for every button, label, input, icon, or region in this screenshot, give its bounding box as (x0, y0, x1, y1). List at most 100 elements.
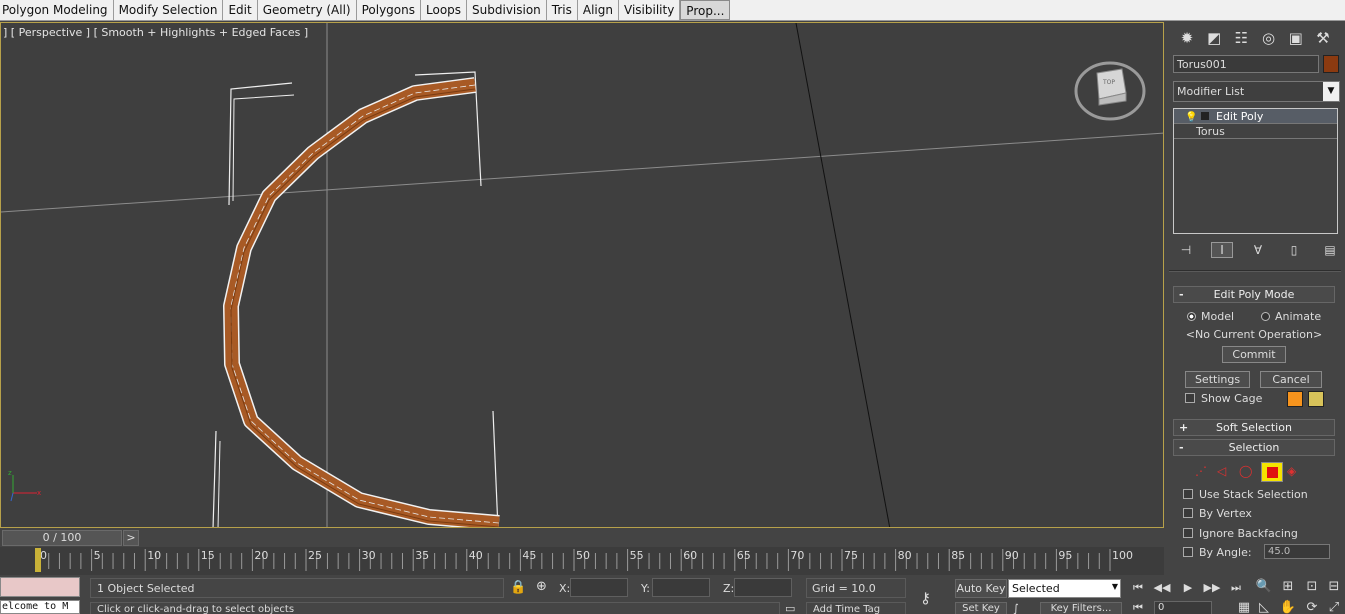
zoom-extents-icon[interactable]: ⊡ (1302, 578, 1322, 596)
remove-modifier-icon[interactable]: ▯ (1283, 243, 1305, 257)
use-stack-selection-checkbox[interactable]: Use Stack Selection (1183, 488, 1308, 501)
pin-stack-icon[interactable]: ⊣ (1175, 243, 1197, 257)
key-mode-dropdown[interactable]: Selected ▼ (1008, 579, 1121, 598)
vertex-icon[interactable]: ⋰ (1195, 464, 1207, 478)
sun-icon[interactable]: ✹ (1175, 26, 1199, 50)
motion-icon[interactable]: ◎ (1257, 26, 1281, 50)
ribbon-tab-modify-selection[interactable]: Modify Selection (114, 0, 224, 20)
maximize-viewport-icon[interactable]: ⤢ (1324, 599, 1344, 614)
ignore-backfacing-checkbox[interactable]: Ignore Backfacing (1183, 527, 1298, 540)
cancel-button[interactable]: Cancel (1260, 371, 1322, 388)
track-bar[interactable]: 0 5 10 15 20 25 30 35 40 45 50 55 60 65 70 75 80 85 90 95 10… (0, 547, 1164, 575)
lock-icon[interactable]: 🔒 (510, 580, 526, 595)
x-coordinate-field[interactable] (570, 578, 628, 597)
settings-button[interactable]: Settings (1185, 371, 1250, 388)
rollout-edit-poly-mode[interactable]: - Edit Poly Mode (1173, 286, 1335, 303)
modifier-list-dropdown[interactable]: Modifier List ▼ (1173, 81, 1340, 102)
stack-item-torus[interactable]: Torus (1174, 124, 1337, 139)
by-vertex-checkbox[interactable]: By Vertex (1183, 507, 1252, 520)
z-coordinate-field[interactable] (734, 578, 792, 597)
ribbon-tab-polygons[interactable]: Polygons (357, 0, 421, 20)
add-time-tag-button[interactable]: Add Time Tag (806, 602, 906, 614)
by-angle-checkbox[interactable]: By Angle: (1183, 546, 1252, 559)
commit-button[interactable]: Commit (1222, 346, 1286, 363)
key-icon[interactable]: ⚷ (920, 589, 931, 607)
show-cage-checkbox[interactable]: Show Cage (1185, 392, 1262, 405)
track-tick-label: 40 (469, 549, 483, 562)
cage-selected-color-swatch[interactable] (1308, 391, 1324, 407)
svg-text:z: z (8, 469, 12, 477)
track-ruler[interactable]: 0 5 10 15 20 25 30 35 40 45 50 55 60 65 70 75 80 85 90 95 10… (0, 547, 1164, 575)
play-icon[interactable]: ▶ (1176, 579, 1200, 597)
lightbulb-icon[interactable]: 💡 (1185, 110, 1197, 125)
next-frame-icon[interactable]: ▶▶ (1200, 579, 1224, 597)
hammer-icon[interactable]: ⚒ (1311, 26, 1335, 50)
display-icon[interactable]: ▣ (1284, 26, 1308, 50)
track-tick-label: 90 (1005, 549, 1019, 562)
field-of-view-icon[interactable]: ◺ (1254, 599, 1274, 614)
show-end-result-icon[interactable]: Ι (1211, 242, 1233, 258)
zoom-extents-all-icon[interactable]: ⊟ (1324, 578, 1344, 596)
rollout-selection[interactable]: - Selection (1173, 439, 1335, 456)
make-unique-icon[interactable]: ∀ (1247, 243, 1269, 257)
zoom-all-icon[interactable]: ⊞ (1278, 578, 1298, 596)
expand-icon[interactable] (1201, 112, 1209, 120)
previous-frame-icon[interactable]: ◀◀ (1150, 579, 1174, 597)
grid-size-readout: Grid = 10.0 (806, 578, 906, 598)
go-to-start-icon[interactable]: ⏮ (1126, 579, 1150, 597)
arc-icon[interactable]: ◩ (1202, 26, 1226, 50)
object-name-field[interactable]: Torus001 (1173, 55, 1319, 73)
set-key-button[interactable]: Set Key (955, 602, 1007, 614)
ribbon-tab-geometry-all[interactable]: Geometry (All) (258, 0, 357, 20)
maxscript-listener[interactable] (0, 577, 80, 597)
border-icon[interactable]: ◯ (1239, 464, 1252, 478)
chevron-down-icon[interactable]: ▼ (1323, 82, 1339, 101)
stack-item-edit-poly[interactable]: 💡 Edit Poly (1174, 109, 1337, 124)
y-coordinate-field[interactable] (652, 578, 710, 597)
chevron-down-icon[interactable]: ▼ (1112, 582, 1118, 591)
viewport-label[interactable]: ] [ Perspective ] [ Smooth + Highlights … (3, 26, 308, 39)
time-tag-icon[interactable]: ▭ (785, 602, 795, 614)
zoom-icon[interactable]: 🔍 (1254, 578, 1274, 596)
perspective-viewport[interactable]: TOP z x ] [ Perspective ] [ Smooth + Hig… (0, 22, 1164, 528)
next-frame-button[interactable]: > (123, 530, 139, 546)
configure-sets-icon[interactable]: ▤ (1319, 243, 1341, 257)
angle-spinner[interactable]: 45.0 (1264, 544, 1330, 559)
ribbon-tab-align[interactable]: Align (578, 0, 619, 20)
rollout-soft-selection[interactable]: + Soft Selection (1173, 419, 1335, 436)
polygon-icon[interactable] (1261, 462, 1283, 482)
element-icon[interactable]: ◈ (1287, 464, 1296, 478)
hierarchy-icon[interactable]: ☷ (1229, 26, 1253, 50)
axis-tripod: z x (8, 469, 41, 502)
ribbon-tab-tris[interactable]: Tris (547, 0, 578, 20)
viewport-scene[interactable]: TOP z x (1, 23, 1164, 528)
ribbon-tab-loops[interactable]: Loops (421, 0, 468, 20)
maxscript-mini-listener[interactable]: elcome to M (0, 600, 80, 614)
ribbon-tab-subdivision[interactable]: Subdivision (467, 0, 547, 20)
current-frame-field[interactable]: 0 (1154, 601, 1212, 614)
object-color-swatch[interactable] (1323, 55, 1339, 73)
key-filters-button[interactable]: Key Filters... (1040, 602, 1122, 614)
ribbon-tab-properties[interactable]: Prop... (680, 0, 731, 20)
go-to-end-icon[interactable]: ⏭ (1224, 579, 1248, 597)
radio-model[interactable]: Model (1187, 310, 1234, 323)
key-tangent-icon[interactable]: ∫ (1013, 602, 1019, 614)
radio-animate[interactable]: Animate (1261, 310, 1321, 323)
command-panel: ✹ ◩ ☷ ◎ ▣ ⚒ Torus001 Modifier List ▼ 💡 E… (1165, 22, 1345, 614)
time-slider[interactable]: 0 / 100 > (0, 529, 1164, 547)
ribbon-tab-edit[interactable]: Edit (223, 0, 258, 20)
orbit-icon[interactable]: ⟳ (1302, 599, 1322, 614)
ribbon-tab-polygon-modeling[interactable]: Polygon Modeling (0, 0, 114, 20)
pan-icon[interactable]: ✋ (1278, 599, 1298, 614)
auto-key-button[interactable]: Auto Key (955, 579, 1007, 598)
radio-dot-icon (1261, 312, 1270, 321)
track-tick-label: 75 (844, 549, 858, 562)
key-mode-toggle-icon[interactable]: ⏮ (1126, 599, 1150, 614)
edge-icon[interactable]: ◁ (1217, 464, 1226, 478)
time-config-icon[interactable]: ▦ (1234, 599, 1254, 614)
absolute-mode-icon[interactable]: ⊕ (536, 579, 547, 594)
modifier-stack[interactable]: 💡 Edit Poly Torus (1173, 108, 1338, 234)
cage-color-swatch[interactable] (1287, 391, 1303, 407)
time-slider-thumb[interactable]: 0 / 100 (2, 530, 122, 546)
ribbon-tab-visibility[interactable]: Visibility (619, 0, 681, 20)
